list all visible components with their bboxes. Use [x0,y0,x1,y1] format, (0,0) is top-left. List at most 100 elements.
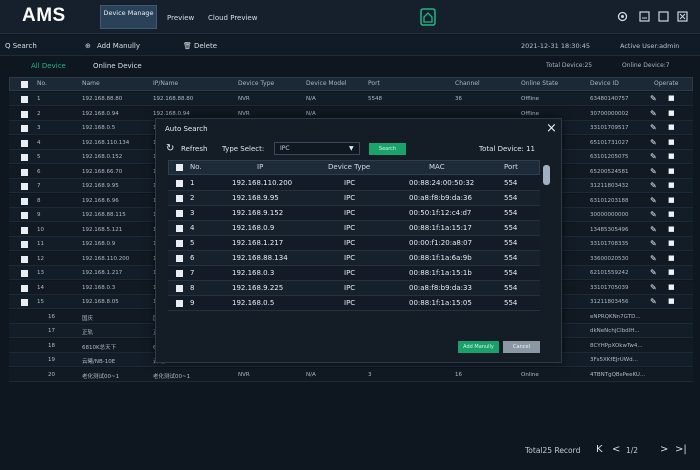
delete-button[interactable]: Delete [194,42,217,50]
maximize-icon[interactable] [658,11,669,22]
minimize-icon[interactable] [639,11,650,22]
select-all-checkbox[interactable] [21,81,28,88]
first-page-button[interactable]: K [596,444,603,455]
close-icon[interactable] [677,11,688,22]
dialog-select-all-checkbox[interactable] [176,164,183,171]
row-checkbox[interactable] [21,284,28,292]
delete-icon[interactable]: ■ [668,210,675,218]
delete-icon[interactable]: ■ [668,138,675,146]
dialog-row-checkbox[interactable] [176,300,183,307]
delete-icon[interactable]: ■ [668,123,675,131]
dialog-scrollbar[interactable] [543,165,550,185]
cell-type: NVR [238,110,250,117]
type-select-label: Type Select: [222,145,265,153]
nav-cloud-preview[interactable]: Cloud Preview [208,14,257,22]
dialog-cell-type: IPC [344,284,356,292]
edit-icon[interactable]: ✎ [650,196,657,205]
row-checkbox[interactable] [21,270,28,277]
delete-icon[interactable]: ■ [668,109,675,117]
dialog-row-checkbox[interactable] [176,240,183,247]
add-manually-button[interactable]: Add Manully [97,42,140,50]
refresh-button[interactable]: Refresh [181,145,207,153]
edit-icon[interactable]: ✎ [650,94,657,103]
row-checkbox[interactable] [21,241,28,248]
dialog-cell-mac: 00:88:1f:1a:15:1b [409,269,472,277]
cell-port: 5548 [368,96,382,102]
delete-icon[interactable]: ■ [668,181,675,189]
delete-icon[interactable]: ■ [668,297,675,305]
row-checkbox[interactable] [21,212,28,219]
edit-icon[interactable]: ✎ [650,167,657,176]
tab-online-device[interactable]: Online Device [93,62,142,70]
row-checkbox[interactable] [21,110,28,118]
delete-icon[interactable]: ■ [668,152,675,160]
dialog-row-checkbox[interactable] [176,285,183,292]
delete-icon[interactable]: ■ [668,268,675,276]
dialog-row-checkbox[interactable] [176,255,183,262]
dialog-cell-no: 8 [190,284,195,292]
search-button-dialog[interactable]: Search [369,143,406,155]
edit-icon[interactable]: ✎ [650,181,657,190]
row-checkbox[interactable] [21,125,28,132]
cell-name: 192.168.0.3 [82,284,116,291]
row-checkbox[interactable] [21,96,28,103]
row-checkbox[interactable] [21,139,28,147]
edit-icon[interactable]: ✎ [650,109,657,118]
edit-icon[interactable]: ✎ [650,225,657,234]
row-checkbox[interactable] [21,168,28,176]
row-checkbox[interactable] [21,183,28,190]
row-checkbox[interactable] [21,299,28,306]
cell-name: 192.168.0.9 [82,241,116,247]
edit-icon[interactable]: ✎ [650,297,657,306]
cell-no: 2 [37,110,41,117]
delete-icon[interactable]: ■ [668,167,675,175]
last-page-button[interactable]: >| [675,444,687,455]
dialog-cell-port: 554 [504,254,518,262]
dialog-cell-mac: 00:88:1f:1a:15:05 [409,299,472,307]
row-checkbox[interactable] [21,255,28,263]
nav-device-manage[interactable]: Device Manage [100,5,157,29]
delete-icon[interactable]: ■ [668,196,675,204]
dialog-cell-no: 9 [190,299,195,307]
chevron-down-icon[interactable]: ▼ [349,145,354,152]
edit-icon[interactable]: ✎ [650,152,657,161]
row-checkbox[interactable] [21,154,28,161]
edit-icon[interactable]: ✎ [650,123,657,132]
edit-icon[interactable]: ✎ [650,254,657,263]
edit-icon[interactable]: ✎ [650,283,657,292]
dialog-row-checkbox[interactable] [176,195,183,202]
dialog-close-icon[interactable]: × [546,121,557,136]
dialog-row-checkbox[interactable] [176,180,183,187]
cell-state: Offline [521,96,540,102]
edit-icon[interactable]: ✎ [650,239,657,248]
delete-icon[interactable]: ■ [668,225,675,233]
tab-all-device[interactable]: All Device [31,62,66,70]
dialog-row-checkbox[interactable] [176,225,183,232]
delete-icon[interactable]: ■ [668,94,675,102]
home-icon[interactable] [420,8,436,26]
edit-icon[interactable]: ✎ [650,138,657,147]
delete-icon[interactable]: ■ [668,239,675,247]
edit-icon[interactable]: ✎ [650,210,657,219]
cell-id: dkNeNchjClbdlH... [590,328,640,334]
refresh-icon[interactable]: ↻ [166,143,174,154]
search-button[interactable]: Q Search [5,42,37,50]
delete-icon[interactable]: ■ [668,254,675,262]
gear-icon[interactable] [617,11,628,22]
add-manually-dialog-button[interactable]: Add Manully [458,341,499,353]
row-checkbox[interactable] [21,226,28,234]
trash-icon[interactable]: 🗑 [183,42,192,50]
add-icon[interactable]: ⊕ [85,42,91,50]
dialog-row-checkbox[interactable] [176,210,183,217]
delete-icon[interactable]: ■ [668,283,675,291]
next-page-button[interactable]: > [660,444,668,455]
dialog-row-checkbox[interactable] [176,270,183,277]
dialog-cell-type: IPC [344,254,356,262]
row-checkbox[interactable] [21,197,28,205]
edit-icon[interactable]: ✎ [650,268,657,277]
prev-page-button[interactable]: < [612,444,620,455]
cell-name: 老化测试00~1 [82,373,120,380]
cell-id: 62101559242 [590,270,629,276]
nav-preview[interactable]: Preview [167,14,194,22]
cancel-button[interactable]: Cancel [503,341,540,353]
